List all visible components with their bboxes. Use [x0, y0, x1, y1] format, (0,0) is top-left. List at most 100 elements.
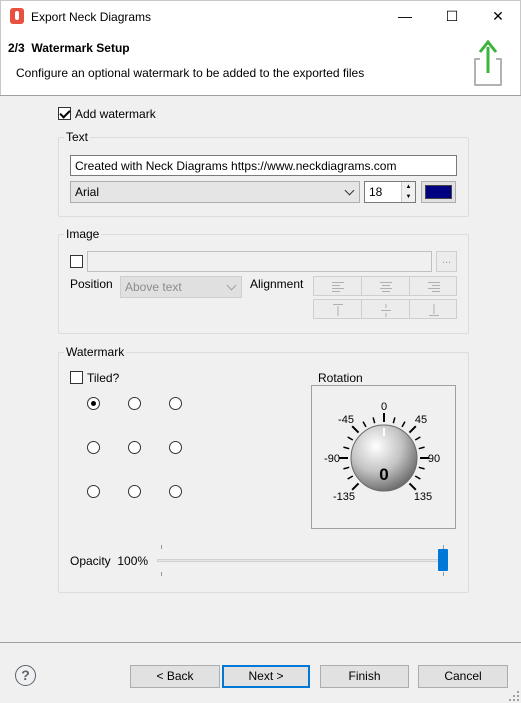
position-combo[interactable]: Above text: [120, 276, 242, 298]
dial-tick: [343, 466, 350, 470]
chevron-down-icon: [226, 280, 237, 291]
align-left-icon: [331, 282, 344, 292]
dial-tick: [392, 417, 396, 424]
image-path-input[interactable]: [87, 251, 432, 272]
title-bar: Export Neck Diagrams — ☐ ✕: [0, 0, 521, 31]
align-right-icon: [427, 282, 440, 292]
text-group: [58, 137, 469, 217]
opacity-value: 100%: [117, 554, 149, 568]
position-combo-value: Above text: [125, 280, 182, 294]
dial-tick: [418, 446, 425, 450]
rotation-label: Rotation: [318, 371, 363, 385]
position-radio-middle-center[interactable]: [128, 441, 141, 454]
dial-tick: [372, 417, 376, 424]
align-left-button[interactable]: [314, 277, 362, 295]
step-title: 2/3 Watermark Setup: [8, 41, 130, 55]
browse-button[interactable]: ...: [436, 251, 457, 272]
rotation-dial-frame: 0 0 45 90 135 -135 -90 -45: [311, 385, 456, 529]
dial-label-135: 135: [414, 491, 432, 503]
image-group-label: Image: [64, 227, 102, 241]
align-center-icon: [379, 282, 392, 292]
dial-label-neg-45: -45: [338, 414, 354, 426]
finish-button[interactable]: Finish: [320, 665, 409, 688]
position-radio-top-right[interactable]: [169, 397, 182, 410]
opacity-tick-min-bottom: [161, 572, 162, 576]
position-radio-middle-left[interactable]: [87, 441, 100, 454]
font-combo-value: Arial: [75, 185, 100, 199]
export-icon: [474, 39, 502, 86]
opacity-tick-min: [161, 545, 162, 549]
dial-label-0: 0: [381, 401, 387, 413]
dial-tick: [401, 421, 406, 428]
align-bottom-button[interactable]: [410, 300, 457, 318]
vertical-alignment-group: [313, 299, 457, 319]
image-checkbox[interactable]: [70, 255, 83, 268]
horizontal-alignment-group: [313, 276, 457, 296]
maximize-button[interactable]: ☐: [429, 1, 475, 32]
dial-tick: [351, 425, 360, 434]
dial-label-neg-135: -135: [333, 491, 355, 503]
dial-tick: [408, 425, 417, 434]
next-button[interactable]: Next >: [222, 665, 310, 688]
help-icon[interactable]: ?: [15, 665, 36, 686]
position-radio-bottom-right[interactable]: [169, 485, 182, 498]
align-top-button[interactable]: [314, 300, 362, 318]
opacity-slider-track[interactable]: [157, 559, 447, 562]
header-separator: [0, 95, 521, 96]
footer-separator: [0, 642, 521, 643]
step-description: Configure an optional watermark to be ad…: [16, 66, 365, 80]
spinner-down-icon[interactable]: ▼: [401, 192, 415, 202]
color-picker-button[interactable]: [421, 181, 456, 203]
dial-tick: [343, 446, 350, 450]
dial-tick: [351, 482, 360, 491]
dial-value: 0: [379, 465, 388, 484]
dial-tick: [347, 436, 354, 441]
add-watermark-label: Add watermark: [75, 107, 156, 121]
opacity-label-text: Opacity: [70, 554, 111, 568]
position-label: Position: [70, 277, 113, 291]
spinner-up-icon[interactable]: ▲: [401, 182, 415, 192]
align-middle-button[interactable]: [362, 300, 410, 318]
align-center-button[interactable]: [362, 277, 410, 295]
align-top-icon: [332, 304, 343, 316]
alignment-label: Alignment: [250, 277, 304, 291]
position-radio-bottom-center[interactable]: [128, 485, 141, 498]
align-right-button[interactable]: [410, 277, 457, 295]
dial-label-45: 45: [415, 414, 427, 426]
color-swatch: [425, 185, 452, 199]
position-radio-middle-right[interactable]: [169, 441, 182, 454]
chevron-down-icon: [344, 185, 355, 196]
font-combo[interactable]: Arial: [70, 181, 360, 203]
window-title: Export Neck Diagrams: [31, 10, 152, 24]
step-name: Watermark Setup: [31, 41, 130, 55]
cancel-button[interactable]: Cancel: [418, 665, 508, 688]
position-radio-top-center[interactable]: [128, 397, 141, 410]
dial-tick: [362, 421, 367, 428]
step-number: 2/3: [8, 41, 25, 55]
add-watermark-checkbox[interactable]: [58, 107, 71, 120]
resize-grip-icon[interactable]: [508, 690, 520, 702]
opacity-slider-thumb[interactable]: [438, 549, 448, 571]
wizard-header: 2/3 Watermark Setup Configure an optiona…: [0, 31, 521, 95]
app-icon: [10, 8, 24, 24]
dial-label-90: 90: [428, 453, 440, 465]
close-button[interactable]: ✕: [475, 1, 521, 32]
dial-label-neg-90: -90: [324, 453, 340, 465]
watermark-text-input[interactable]: Created with Neck Diagrams https://www.n…: [70, 155, 457, 176]
position-radio-bottom-left[interactable]: [87, 485, 100, 498]
minimize-button[interactable]: —: [382, 1, 428, 32]
rotation-dial[interactable]: 0 0 45 90 135 -135 -90 -45: [312, 386, 455, 528]
opacity-tick-max-bottom: [443, 572, 444, 576]
align-middle-icon: [380, 304, 391, 317]
dial-tick: [347, 475, 354, 480]
back-button[interactable]: < Back: [130, 665, 220, 688]
dial-tick: [414, 475, 421, 480]
tiled-label: Tiled?: [87, 371, 120, 385]
watermark-group-label: Watermark: [64, 345, 127, 359]
position-radio-top-left[interactable]: [87, 397, 100, 410]
opacity-label: Opacity 100%: [70, 554, 148, 568]
font-size-value: 18: [369, 185, 383, 199]
dial-tick: [418, 466, 425, 470]
dial-tick: [414, 436, 421, 441]
tiled-checkbox[interactable]: [70, 371, 83, 384]
